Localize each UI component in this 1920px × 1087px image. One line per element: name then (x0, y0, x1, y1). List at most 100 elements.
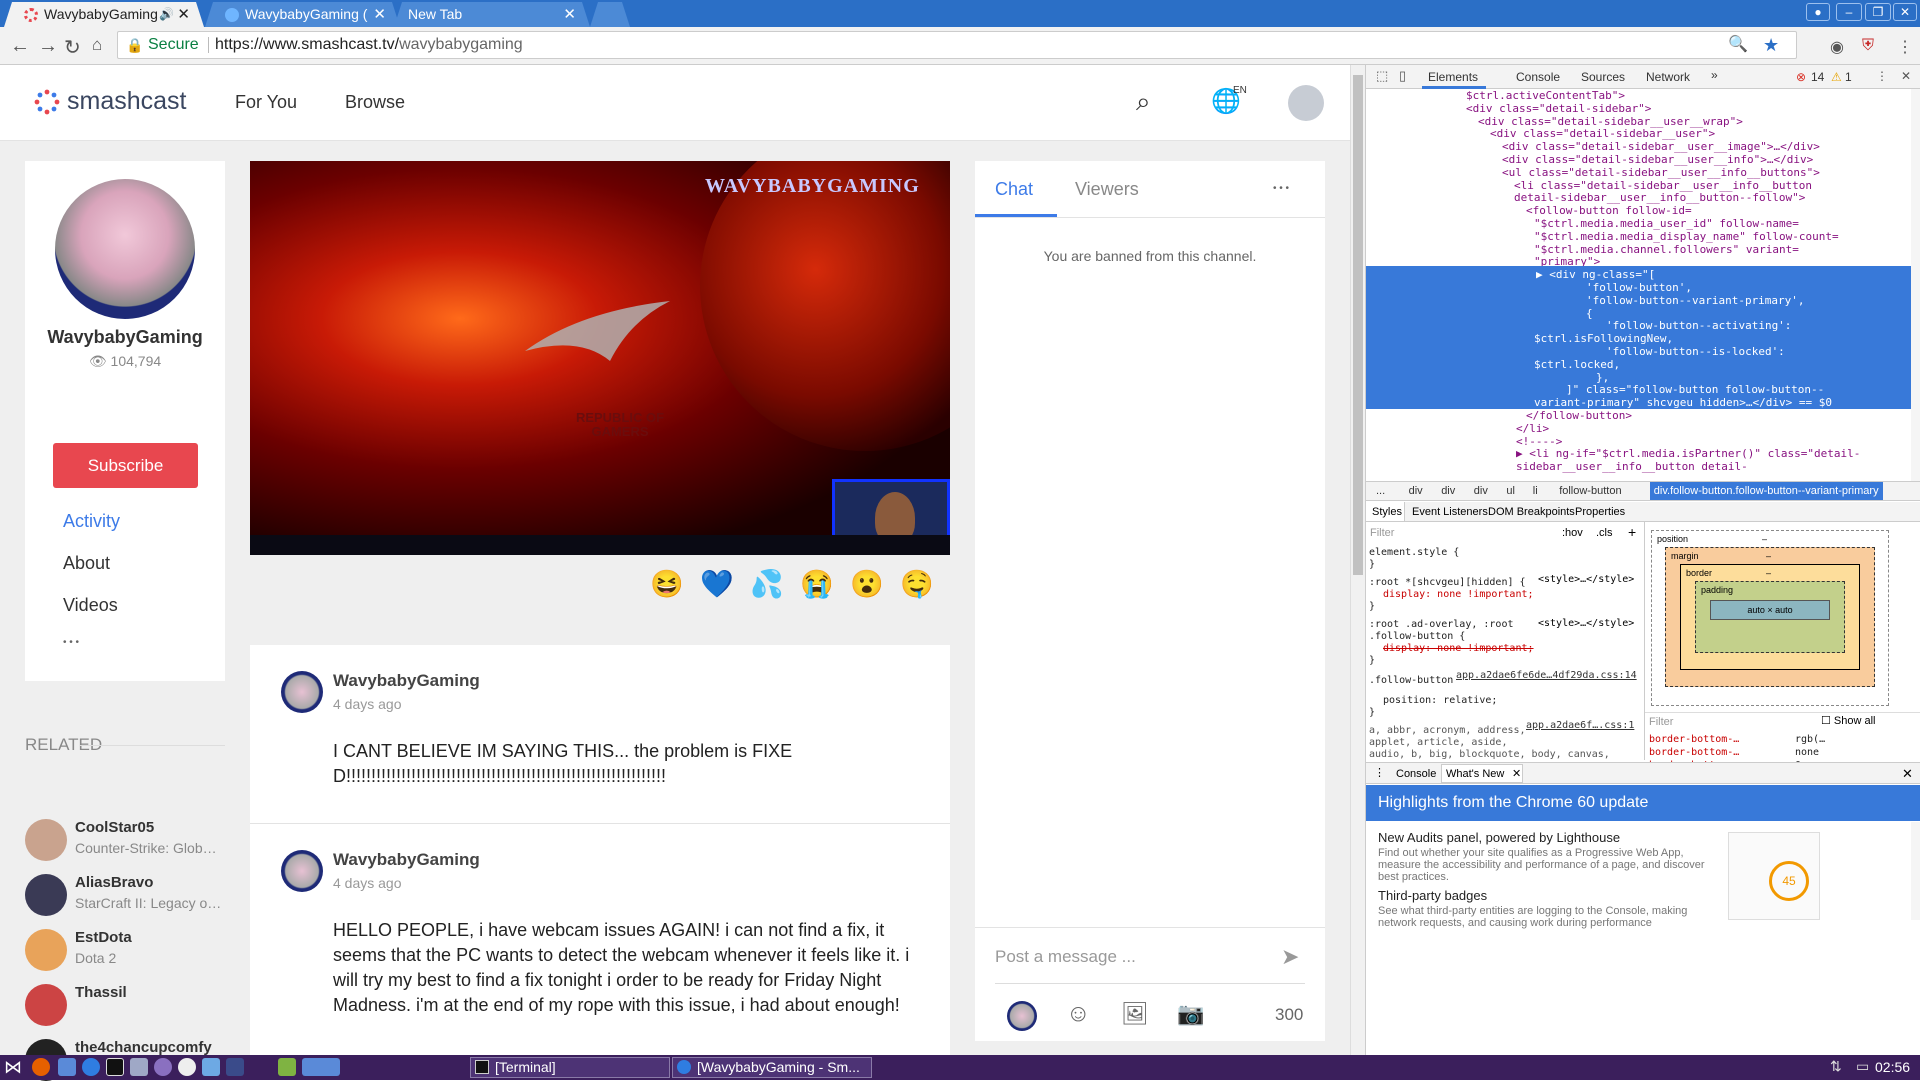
dom-scrollbar[interactable] (1911, 89, 1920, 481)
user-avatar-icon[interactable] (1288, 85, 1324, 121)
drawer-tab-whats-new[interactable]: What's New (1446, 768, 1504, 780)
style-rule-line[interactable]: display: none !important; (1383, 589, 1534, 602)
zoom-icon[interactable]: 🔍 (1728, 32, 1748, 58)
smashcast-logo-icon[interactable] (34, 89, 60, 115)
dom-node-line[interactable]: ▶ <div ng-class="[ (1536, 268, 1655, 281)
breadcrumb-item[interactable]: div (1470, 482, 1492, 500)
dom-node-line[interactable]: <div class="detail-sidebar__user__wrap"> (1478, 115, 1743, 128)
dom-node-line[interactable]: <!----> (1516, 435, 1562, 448)
reaction-icon[interactable]: 😆 (650, 568, 684, 600)
firefox-icon[interactable] (32, 1058, 50, 1076)
styles-filter-input[interactable]: Filter (1370, 527, 1394, 539)
close-tab-icon[interactable]: ✕ (177, 2, 190, 27)
drawer-scrollbar[interactable] (1911, 822, 1920, 920)
style-rule-line[interactable]: audio, b, big, blockquote, body, canvas, (1369, 749, 1610, 760)
audio-icon[interactable]: 🔊 (159, 2, 174, 27)
dom-node-line[interactable]: <div class="detail-sidebar__user__image"… (1502, 140, 1820, 153)
related-channel[interactable]: CoolStar05 Counter-Strike: Glob… (25, 819, 225, 867)
tab-new-tab[interactable]: New Tab ✕ (394, 2, 590, 27)
video-player[interactable]: WAVYBABYGAMING REPUBLIC OF GAMERS (250, 161, 950, 555)
extension-shield-icon[interactable]: ◉ (1830, 37, 1844, 57)
dom-node-line[interactable]: ]" class="follow-button follow-button-- (1566, 383, 1824, 396)
tab-styles[interactable]: Styles (1372, 506, 1402, 518)
error-count[interactable]: 14 (1811, 70, 1824, 84)
style-rule-line[interactable]: .follow-button (1369, 675, 1453, 688)
post-author[interactable]: WavybabyGaming (333, 671, 480, 691)
nav-browse[interactable]: Browse (345, 92, 405, 113)
post-author[interactable]: WavybabyGaming (333, 850, 480, 870)
chrome-icon[interactable] (82, 1058, 100, 1076)
site-logo-text[interactable]: smashcast (67, 87, 186, 116)
style-rule-line[interactable]: element.style { (1369, 547, 1459, 560)
network-icon[interactable]: ⇅ (1830, 1058, 1848, 1076)
chat-message-input[interactable]: Post a message ... (995, 947, 1136, 967)
style-rule-line[interactable]: applet, article, aside, (1369, 737, 1507, 750)
device-mode-icon[interactable]: ▯ (1399, 68, 1406, 84)
related-channel[interactable]: AliasBravo StarCraft II: Legacy o… (25, 874, 225, 922)
computed-property[interactable]: border-bottom-… (1649, 734, 1739, 745)
inspect-icon[interactable]: ⬚ (1376, 68, 1388, 84)
breadcrumb-item[interactable]: div (1405, 482, 1427, 500)
tab-network[interactable]: Network (1646, 70, 1690, 84)
dom-node-line[interactable]: <div class="detail-sidebar__user"> (1490, 127, 1715, 140)
dom-node-line[interactable]: $ctrl.activeContentTab"> (1466, 89, 1625, 102)
tab-event-listeners[interactable]: Event Listeners (1412, 506, 1488, 518)
breadcrumb-item[interactable]: li (1529, 482, 1542, 500)
dom-node-line[interactable]: }, (1596, 371, 1609, 384)
tab-chat[interactable]: Chat (995, 179, 1033, 200)
tab-viewers[interactable]: Viewers (1075, 179, 1139, 200)
menu-about[interactable]: About (63, 553, 110, 574)
dom-node-line[interactable]: <follow-button follow-id= (1526, 204, 1692, 217)
breadcrumb-item[interactable]: div (1437, 482, 1459, 500)
style-rule-line[interactable]: display: none !important; (1383, 643, 1534, 656)
style-rule-line[interactable]: } (1369, 601, 1375, 614)
menu-icon[interactable]: ⋮ (1897, 37, 1913, 57)
breadcrumb-item[interactable]: ... (1372, 482, 1389, 500)
start-menu-icon[interactable]: ⋈ (4, 1058, 22, 1076)
dom-node-line[interactable]: "$ctrl.media.channel.followers" variant= (1534, 243, 1799, 256)
style-rule-line[interactable]: a, abbr, acronym, address, (1369, 725, 1526, 738)
reload-icon[interactable]: ↻ (64, 35, 81, 60)
battery-icon[interactable]: ▭ (1856, 1058, 1874, 1076)
search-icon[interactable]: ⌕ (1136, 86, 1151, 118)
taskbar-window-terminal[interactable]: [Terminal] (470, 1057, 670, 1078)
tab-console[interactable]: Console (1516, 70, 1560, 84)
menu-videos[interactable]: Videos (63, 595, 118, 616)
dom-node-line[interactable]: </li> (1516, 422, 1549, 435)
dom-node-line[interactable]: <ul class="detail-sidebar__user__info__b… (1502, 166, 1820, 179)
computed-filter-input[interactable]: Filter (1649, 716, 1673, 728)
page-scrollbar[interactable] (1350, 65, 1365, 1055)
show-all-checkbox[interactable]: ☐ Show all (1821, 714, 1876, 727)
reaction-icon[interactable]: 😮 (850, 568, 884, 600)
close-drawer-icon[interactable]: ✕ (1902, 766, 1913, 782)
new-rule-icon[interactable]: + (1628, 524, 1636, 540)
dom-node-line[interactable]: detail-sidebar__user__info__button--foll… (1514, 191, 1805, 204)
devtools-menu-icon[interactable]: ⋮ (1876, 69, 1888, 83)
css-source-link[interactable]: app.a2dae6fe6de…4df29da.css:14 (1456, 670, 1637, 681)
dom-node-line[interactable]: <div class="detail-sidebar"> (1466, 102, 1651, 115)
app-icon[interactable] (154, 1058, 172, 1076)
dom-node-line[interactable]: ▶ <li ng-if="$ctrl.media.isPartner()" cl… (1516, 447, 1860, 460)
style-rule-line[interactable]: .follow-button { (1369, 631, 1465, 644)
reaction-icon[interactable]: 😭 (800, 568, 834, 600)
tab-wavybabygaming-twitter[interactable]: WavybabyGaming ( ✕ (205, 2, 400, 27)
camera-icon[interactable]: 📷 (1177, 1001, 1204, 1027)
mail-icon[interactable] (58, 1058, 76, 1076)
style-source[interactable]: <style>…</style> (1538, 574, 1634, 585)
dom-node-line[interactable]: 'follow-button', (1586, 281, 1692, 294)
more-tabs-icon[interactable]: » (1711, 68, 1718, 82)
bookmark-star-icon[interactable]: ★ (1763, 32, 1779, 58)
folder-icon[interactable] (202, 1058, 220, 1076)
calculator-icon[interactable] (226, 1058, 244, 1076)
style-rule-line[interactable]: } (1369, 707, 1375, 720)
reaction-icon[interactable]: 💙 (700, 568, 734, 600)
related-channel[interactable]: EstDota Dota 2 (25, 929, 225, 977)
close-tab-icon[interactable]: ✕ (563, 2, 576, 27)
hov-toggle[interactable]: :hov (1562, 527, 1583, 539)
chat-user-avatar[interactable] (1007, 1001, 1037, 1031)
box-model[interactable]: position – margin – border – padding aut… (1651, 530, 1889, 706)
style-rule-line[interactable]: :root *[shcvgeu][hidden] { (1369, 577, 1526, 590)
news-item[interactable]: New Audits panel, powered by Lighthouse … (1378, 830, 1728, 883)
tab-sources[interactable]: Sources (1581, 70, 1625, 84)
workspace-switcher-icon[interactable] (302, 1058, 340, 1076)
